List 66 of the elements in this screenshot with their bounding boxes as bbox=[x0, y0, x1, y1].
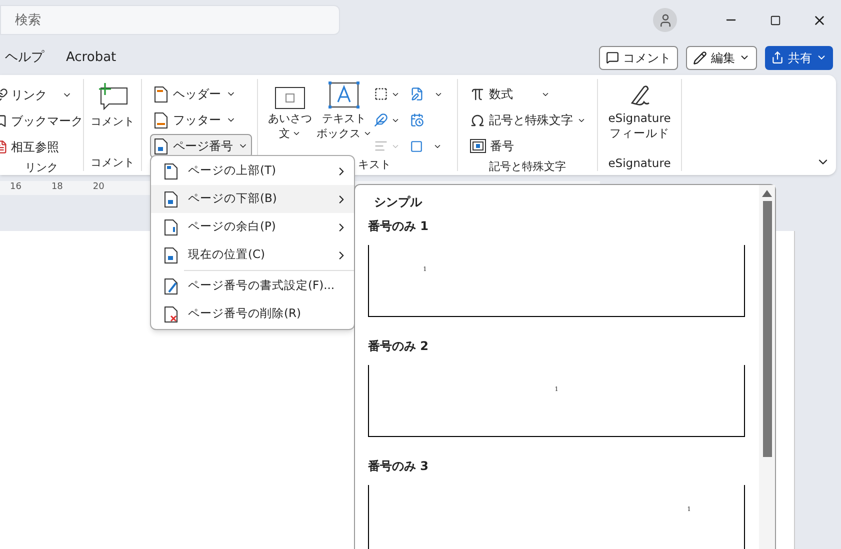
menu-item[interactable]: ページ番号の削除(R) bbox=[151, 300, 354, 328]
page-number-icon bbox=[164, 246, 178, 264]
ribbon-item[interactable]: 相互参照 bbox=[0, 134, 59, 160]
scrollbar-thumb[interactable] bbox=[762, 201, 772, 457]
gallery-item-title: 番号のみ 2 bbox=[368, 338, 429, 355]
header-icon bbox=[154, 86, 168, 102]
ribbon-item[interactable]: ブックマーク bbox=[0, 108, 83, 134]
user-icon bbox=[658, 12, 672, 28]
square-icon bbox=[410, 140, 423, 152]
omega-icon bbox=[470, 112, 485, 128]
ribbon-item[interactable]: 数式 bbox=[470, 81, 550, 107]
sample-icon bbox=[275, 87, 305, 109]
scroll-up-icon[interactable] bbox=[762, 190, 772, 197]
new-comment-button[interactable]: コメント bbox=[84, 79, 141, 155]
gallery-heading: シンプル bbox=[373, 194, 422, 211]
gallery-item-title: 番号のみ 3 bbox=[368, 458, 429, 475]
search-field[interactable]: 検索 bbox=[0, 5, 340, 35]
ribbon-tab[interactable]: Acrobat bbox=[61, 44, 122, 72]
menu-item[interactable]: 現在の位置(C) bbox=[151, 241, 354, 269]
group-label: 記号と特殊文字 bbox=[489, 159, 566, 175]
ribbon-item[interactable]: 番号 bbox=[470, 133, 514, 159]
ruler-label: 18 bbox=[51, 181, 63, 194]
esignature-field-button[interactable]: eSignature フィールド bbox=[598, 79, 681, 155]
format-page-number-icon bbox=[164, 278, 178, 294]
share-icon bbox=[771, 51, 784, 64]
feather-icon bbox=[374, 113, 388, 127]
remove-page-number-icon bbox=[164, 306, 178, 322]
group-label: eSignature bbox=[608, 155, 671, 171]
menu-item[interactable]: ページの余白(P) bbox=[151, 213, 354, 241]
pi-icon bbox=[470, 86, 485, 102]
menu-item[interactable]: ページ番号の書式設定(F)... bbox=[151, 272, 354, 300]
footer-icon bbox=[154, 112, 168, 128]
number-icon bbox=[470, 139, 486, 153]
pencil-icon bbox=[693, 50, 707, 64]
gallery-item-title: 番号のみ 1 bbox=[368, 218, 429, 235]
chevron-down-icon bbox=[362, 129, 372, 138]
ribbon-tab[interactable]: ヘルプ bbox=[0, 44, 49, 72]
page-number-icon bbox=[164, 162, 178, 180]
page-number-icon bbox=[164, 218, 178, 236]
align-left-icon bbox=[374, 139, 388, 153]
ribbon-item[interactable]: リンク bbox=[0, 82, 72, 108]
greeting-button[interactable]: あいさつ 文 bbox=[264, 81, 316, 157]
menu-item[interactable]: ページの上部(T) bbox=[151, 157, 354, 185]
file-pen-icon bbox=[410, 87, 424, 101]
ribbon-item[interactable]: ヘッダー bbox=[150, 82, 240, 106]
ruler-label: 16 bbox=[10, 181, 22, 194]
group-label: キスト bbox=[358, 157, 391, 173]
ribbon-item[interactable]: フッター bbox=[150, 108, 240, 132]
ribbon-item[interactable]: 記号と特殊文字 bbox=[470, 107, 586, 133]
ruler-label: 20 bbox=[92, 181, 104, 194]
account-avatar[interactable] bbox=[653, 8, 677, 32]
maximize-icon bbox=[770, 14, 780, 26]
page-number-icon bbox=[164, 190, 178, 208]
group-label: コメント bbox=[90, 155, 134, 171]
chevron-down-icon bbox=[292, 129, 301, 138]
text-box-icon bbox=[328, 81, 360, 109]
comment-button[interactable]: コメント bbox=[599, 46, 678, 70]
dashed-square-icon bbox=[374, 87, 388, 101]
calendar-icon bbox=[410, 113, 424, 127]
text-box-button[interactable]: テキスト ボックス bbox=[318, 81, 370, 157]
new-comment-icon bbox=[96, 82, 128, 110]
share-button[interactable]: 共有 bbox=[765, 46, 833, 70]
edit-button[interactable]: 編集 bbox=[686, 46, 757, 70]
speech-bubble-icon bbox=[606, 51, 619, 64]
group-label: リンク bbox=[25, 160, 58, 176]
menu-item[interactable]: ページの下部(B) bbox=[151, 185, 354, 213]
